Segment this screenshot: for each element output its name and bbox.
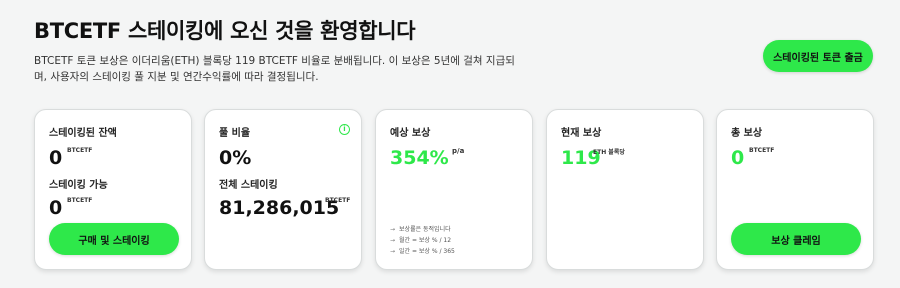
claim-reward-button[interactable]: 보상 클레임 — [731, 223, 861, 255]
info-icon[interactable]: i — [339, 124, 350, 135]
arrow-right-icon: → — [390, 248, 396, 255]
reward-note: → 월간 = 보상 % / 12 — [390, 237, 452, 244]
estimated-reward-card: 예상 보상 354% p/a → 보상률은 동적입니다 → 월간 = 보상 % / … — [375, 109, 533, 270]
current-reward-unit: ETH 블록당 — [593, 149, 625, 156]
page-description: BTCETF 토큰 보상은 이더리움(ETH) 블록당 119 BTCETF 비… — [34, 55, 515, 83]
total-reward-value: 0 — [731, 147, 745, 169]
total-staked-value: 81,286,015 — [219, 197, 340, 219]
available-unit: BTCETF — [67, 197, 93, 204]
staked-balance-label: 스테이킹된 잔액 — [49, 128, 117, 139]
available-label: 스테이킹 가능 — [49, 180, 108, 191]
estimated-reward-unit: p/a — [452, 147, 465, 155]
buy-and-stake-button[interactable]: 구매 및 스테이킹 — [49, 223, 179, 255]
page-title: BTCETF 스테이킹에 오신 것을 환영합니다 — [34, 19, 416, 43]
current-reward-card: 현재 보상 119 ETH 블록당 — [546, 109, 704, 270]
pool-ratio-value: 0% — [219, 147, 252, 169]
total-staked-label: 전체 스테이킹 — [219, 180, 278, 191]
arrow-right-icon: → — [390, 237, 396, 244]
arrow-right-icon: → — [390, 226, 396, 233]
total-staked-unit: BTCETF — [325, 197, 351, 204]
reward-note: → 일간 = 보상 % / 365 — [390, 248, 455, 255]
available-value: 0 — [49, 197, 63, 219]
staked-balance-card: 스테이킹된 잔액 0 BTCETF 스테이킹 가능 0 BTCETF 구매 및 … — [34, 109, 192, 270]
total-reward-card: 총 보상 0 BTCETF 보상 클레임 — [716, 109, 874, 270]
pool-ratio-label: 풀 비율 — [219, 128, 251, 139]
estimated-reward-value: 354% — [390, 147, 449, 169]
withdraw-staked-tokens-button[interactable]: 스테이킹된 토큰 출금 — [763, 40, 873, 72]
staked-balance-value: 0 — [49, 147, 63, 169]
total-reward-label: 총 보상 — [731, 128, 763, 139]
current-reward-label: 현재 보상 — [561, 128, 602, 139]
staked-balance-unit: BTCETF — [67, 147, 93, 154]
total-reward-unit: BTCETF — [749, 147, 775, 154]
reward-note: → 보상률은 동적입니다 — [390, 226, 451, 233]
estimated-reward-label: 예상 보상 — [390, 128, 431, 139]
pool-ratio-card: 풀 비율 i 0% 전체 스테이킹 81,286,015 BTCETF — [204, 109, 362, 270]
